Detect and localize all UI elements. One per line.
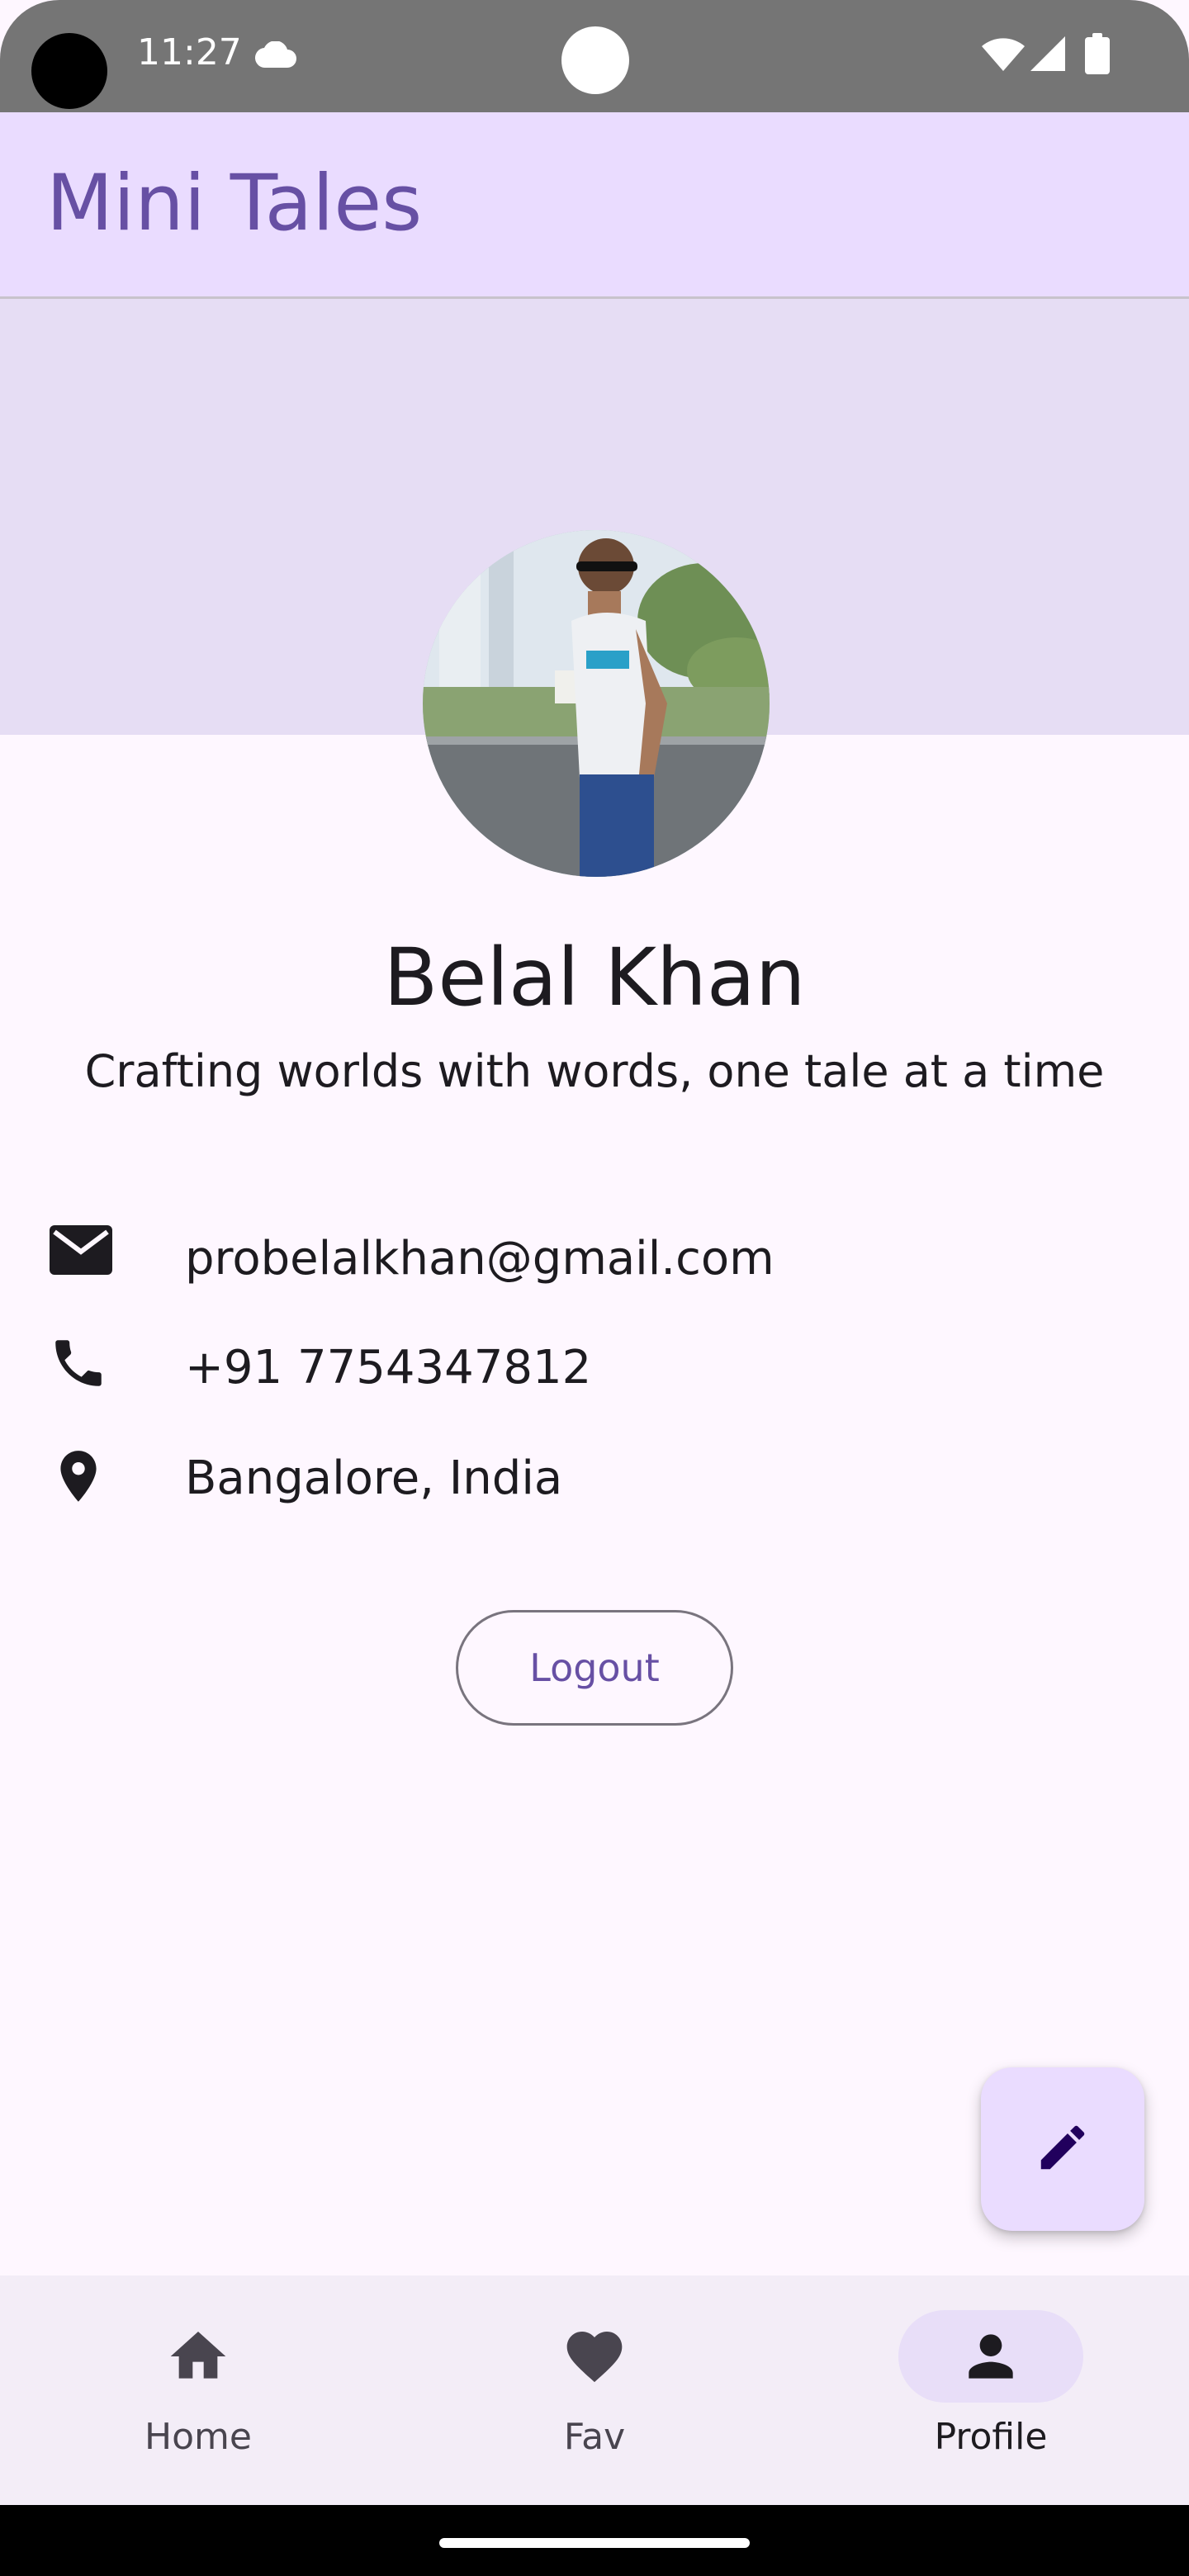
- phone-icon: [48, 1333, 109, 1397]
- profile-name: Belal Khan: [383, 931, 806, 1024]
- status-time: 11:27: [137, 31, 242, 73]
- wifi-icon: [981, 36, 1026, 76]
- front-camera-indicator: [561, 26, 629, 94]
- app-title: Mini Tales: [46, 159, 423, 249]
- cloud-icon: [254, 40, 297, 73]
- nav-label-home: Home: [144, 2416, 252, 2458]
- nav-label-profile: Profile: [934, 2416, 1048, 2458]
- nav-item-fav[interactable]: Fav: [396, 2275, 793, 2505]
- heart-icon: [561, 2323, 628, 2393]
- nav-label-fav: Fav: [563, 2416, 626, 2458]
- gesture-handle[interactable]: [439, 2538, 750, 2548]
- top-app-bar: Mini Tales: [0, 112, 1189, 299]
- contact-phone: +91 7754347812: [185, 1341, 592, 1395]
- home-icon: [165, 2323, 231, 2393]
- contact-phone-row: +91 7754347812: [0, 1326, 1189, 1409]
- email-icon: [48, 1224, 114, 1280]
- contact-email-row: probelalkhan@gmail.com: [0, 1217, 1189, 1300]
- person-icon: [958, 2323, 1024, 2393]
- camera-cutout: [31, 33, 107, 109]
- status-bar: 11:27: [0, 0, 1189, 112]
- edit-icon: [1034, 2119, 1092, 2180]
- profile-bio: Crafting worlds with words, one tale at …: [84, 1045, 1105, 1097]
- nav-item-home[interactable]: Home: [0, 2275, 396, 2505]
- contact-location-row: Bangalore, India: [0, 1437, 1189, 1519]
- battery-icon: [1085, 33, 1110, 78]
- contact-location: Bangalore, India: [185, 1451, 563, 1505]
- avatar[interactable]: [423, 530, 770, 877]
- bottom-navigation: Home Fav Profile: [0, 2275, 1189, 2505]
- location-icon: [48, 1443, 109, 1513]
- contact-email: probelalkhan@gmail.com: [185, 1232, 775, 1286]
- logout-button[interactable]: Logout: [456, 1610, 733, 1726]
- signal-icon: [1029, 35, 1067, 76]
- edit-fab[interactable]: [981, 2067, 1144, 2231]
- gesture-navigation-bar: [0, 2505, 1189, 2576]
- nav-item-profile[interactable]: Profile: [793, 2275, 1189, 2505]
